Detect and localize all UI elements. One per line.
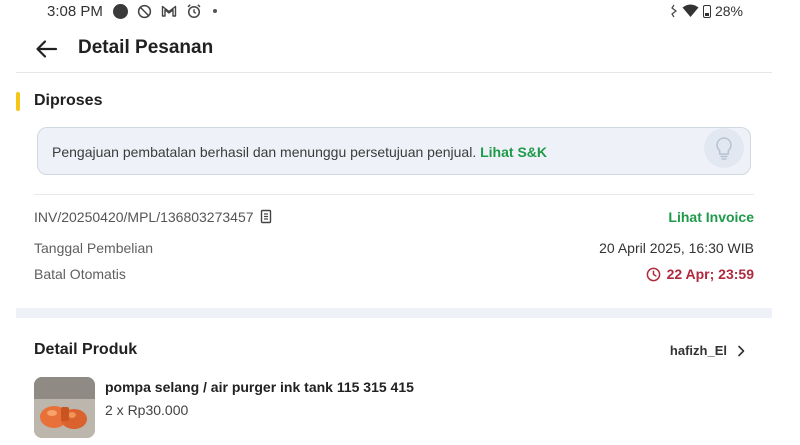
info-divider [34,194,754,195]
purchase-date-label: Tanggal Pembelian [34,240,154,256]
purchase-date-value: 20 April 2025, 16:30 WIB [599,240,754,256]
gmail-icon [161,5,177,17]
order-status: Diproses [34,92,103,109]
auto-cancel-value: 22 Apr; 23:59 [646,266,754,282]
auto-cancel-time: 22 Apr; 23:59 [666,266,754,282]
status-notification-icons [113,3,217,19]
alarm-icon [187,4,201,19]
terms-link[interactable]: Lihat S&K [480,144,547,160]
header-divider [16,72,772,73]
cancellation-notice: Pengajuan pembatalan berhasil dan menung… [37,127,751,175]
invoice-row: INV/20250420/MPL/136803273457 [34,209,274,225]
record-dot-icon [113,3,128,19]
notice-message: Pengajuan pembatalan berhasil dan menung… [52,144,547,160]
block-icon [137,4,152,18]
chevron-right-icon [738,345,745,356]
status-accent-bar [16,92,20,111]
page-title: Detail Pesanan [78,37,214,58]
section-separator [16,308,772,318]
notice-text: Pengajuan pembatalan berhasil dan menung… [52,144,481,160]
battery-icon [702,4,711,18]
battery-percentage: 28% [714,3,743,19]
product-thumbnail[interactable] [34,377,95,438]
clock-icon [646,267,660,281]
vibrate-icon [671,4,677,18]
product-name[interactable]: pompa selang / air purger ink tank 115 3… [105,379,414,395]
auto-cancel-label: Batal Otomatis [34,266,126,282]
status-time: 3:08 PM [47,3,103,20]
lightbulb-icon [704,128,744,168]
seller-name: hafizh_El [669,343,727,358]
view-invoice-link[interactable]: Lihat Invoice [668,209,754,225]
wifi-icon [682,4,699,17]
copy-icon[interactable] [260,209,274,225]
product-section-title: Detail Produk [34,341,138,358]
dot-icon [213,9,217,13]
status-system-icons: 28% [670,3,743,19]
seller-link[interactable]: hafizh_El [670,343,745,358]
invoice-number: INV/20250420/MPL/136803273457 [34,209,254,225]
product-image [34,377,95,438]
arrow-left-icon[interactable] [34,36,60,62]
product-quantity-price: 2 x Rp30.000 [105,402,189,418]
app-header: Detail Pesanan [0,26,800,72]
status-bar: 3:08 PM 28% [0,0,800,26]
